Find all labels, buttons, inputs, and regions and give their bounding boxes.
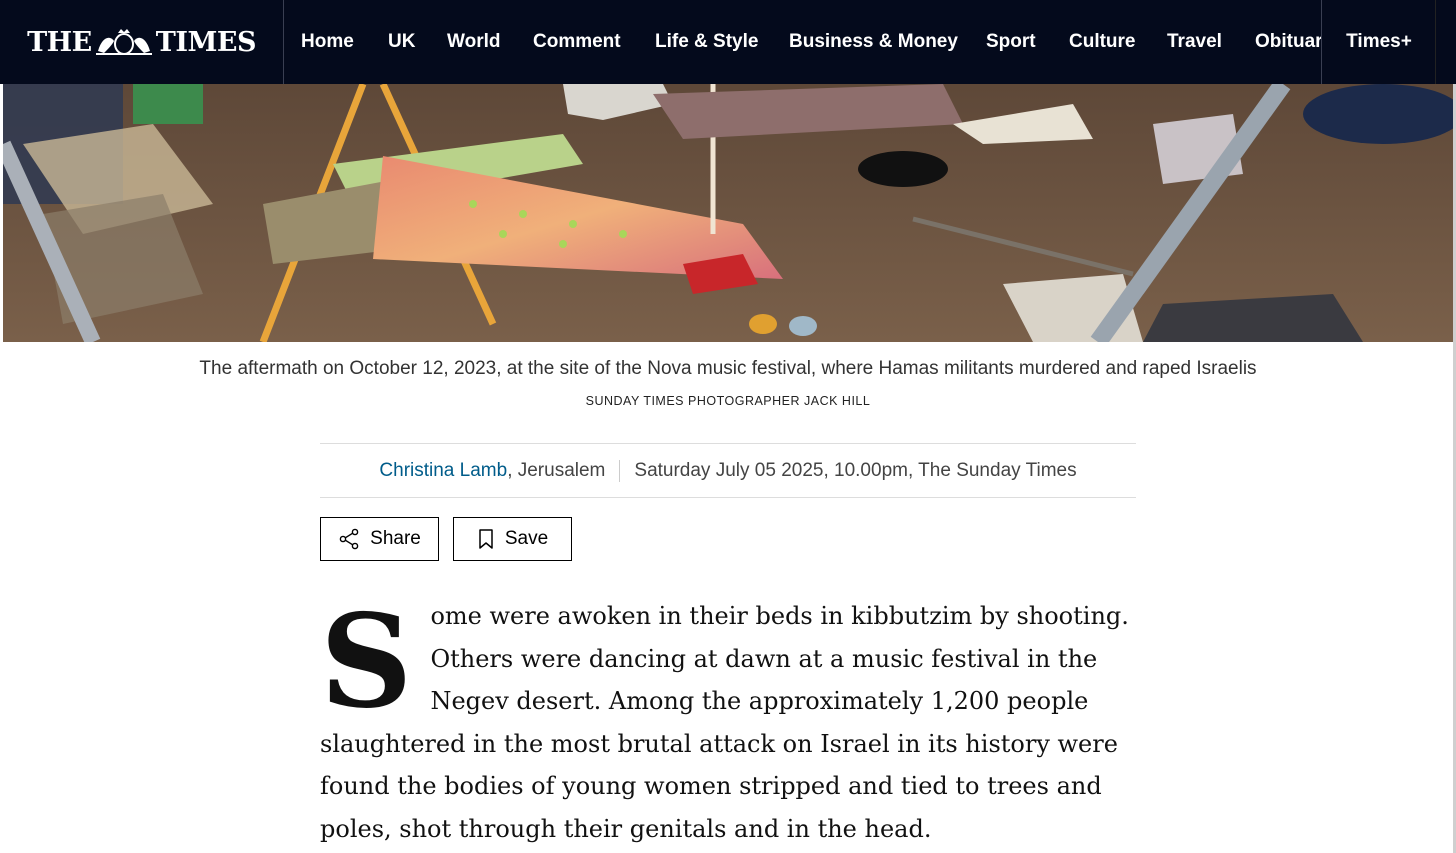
share-label: Share bbox=[370, 528, 421, 549]
nav-culture[interactable]: Culture bbox=[1069, 0, 1136, 84]
save-label: Save bbox=[504, 528, 549, 549]
article-body: S ome were awoken in their beds in kibbu… bbox=[320, 595, 1136, 851]
nav-sport[interactable]: Sport bbox=[986, 0, 1036, 84]
royal-crest-icon bbox=[95, 29, 152, 55]
photo-credit: SUNDAY TIMES PHOTOGRAPHER JACK HILL bbox=[585, 394, 871, 408]
logo-text-right: TIMES bbox=[155, 26, 257, 58]
article-paragraph: ome were awoken in their beds in kibbutz… bbox=[320, 602, 1129, 843]
nav-uk[interactable]: UK bbox=[388, 0, 415, 84]
nav-life-style[interactable]: Life & Style bbox=[655, 0, 758, 84]
bookmark-icon bbox=[479, 529, 493, 549]
nav-home[interactable]: Home bbox=[301, 0, 354, 84]
nav-times-plus[interactable]: Times+ bbox=[1321, 0, 1436, 84]
byline-location: , Jerusalem bbox=[507, 459, 606, 481]
share-icon bbox=[339, 528, 359, 550]
nav-scroll-edge bbox=[1435, 0, 1456, 84]
top-navigation: THE TIMES Home UK World Comment Life & S… bbox=[0, 0, 1456, 84]
article-byline: Christina Lamb , Jerusalem Saturday July… bbox=[320, 443, 1136, 498]
nav-comment[interactable]: Comment bbox=[533, 0, 621, 84]
logo-text-left: THE bbox=[27, 26, 92, 58]
save-button[interactable]: Save bbox=[453, 517, 572, 561]
festival-aftermath-image bbox=[3, 84, 1453, 342]
publish-date: Saturday July 05 2025, 10.00pm, The Sund… bbox=[634, 459, 1077, 481]
drop-cap: S bbox=[320, 587, 413, 737]
author-link[interactable]: Christina Lamb bbox=[379, 460, 507, 482]
nav-world[interactable]: World bbox=[447, 0, 500, 84]
nav-business-money[interactable]: Business & Money bbox=[789, 0, 958, 84]
section-nav: Home UK World Comment Life & Style Busin… bbox=[284, 0, 1321, 84]
photo-caption: The aftermath on October 12, 2023, at th… bbox=[199, 358, 1257, 379]
share-button[interactable]: Share bbox=[320, 517, 439, 561]
byline-divider bbox=[619, 459, 621, 482]
nav-travel[interactable]: Travel bbox=[1167, 0, 1222, 84]
hero-photo bbox=[3, 84, 1453, 342]
times-logo[interactable]: THE TIMES bbox=[0, 0, 284, 84]
nav-obituaries[interactable]: Obituar bbox=[1255, 0, 1321, 84]
